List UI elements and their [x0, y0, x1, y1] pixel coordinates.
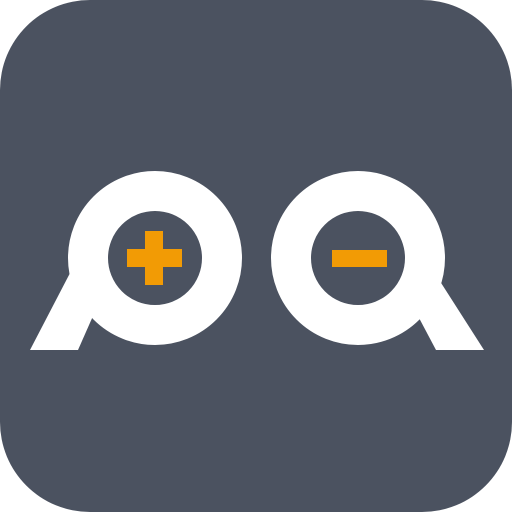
- app-icon[interactable]: [0, 0, 512, 512]
- app-icon-graphic: [0, 0, 512, 512]
- minus-icon: [332, 250, 387, 267]
